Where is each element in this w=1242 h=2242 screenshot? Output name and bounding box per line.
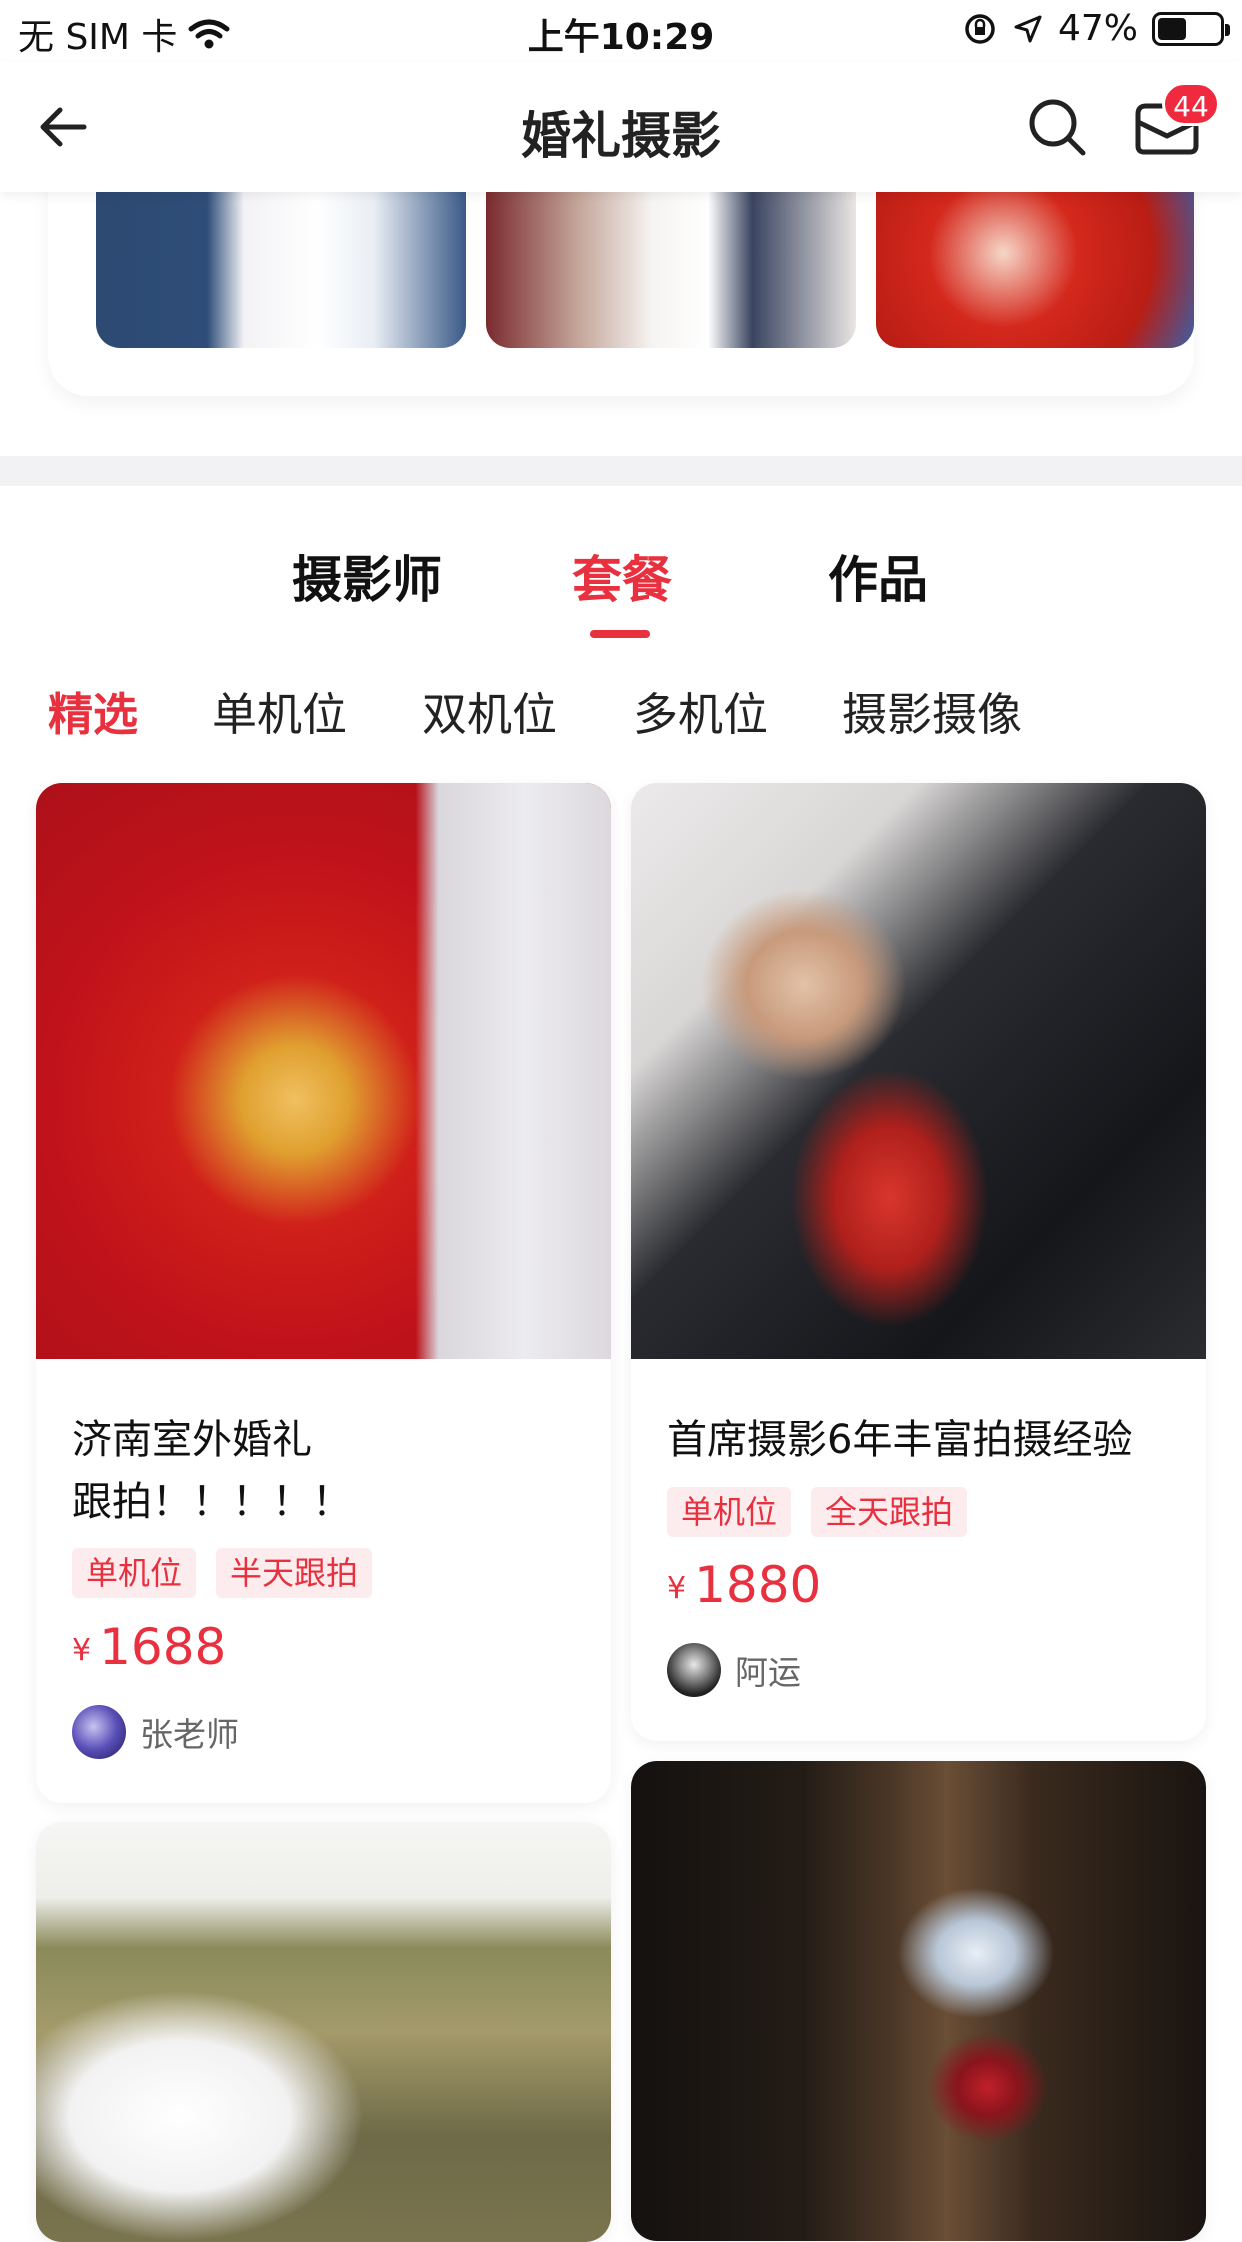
package-price: ¥1880	[667, 1556, 821, 1614]
package-card[interactable]: 济南室外婚礼 跟拍！！！！！ 单机位 半天跟拍 ¥1688 张老师	[36, 783, 611, 1803]
package-tag: 单机位	[667, 1487, 792, 1537]
search-icon[interactable]	[1024, 94, 1090, 160]
price-value: 1688	[99, 1618, 227, 1676]
package-tag: 半天跟拍	[216, 1548, 373, 1598]
tab-photographer[interactable]: 摄影师	[292, 540, 442, 612]
package-title-line1: 济南室外婚礼	[72, 1417, 312, 1463]
strip-photo-ceremony[interactable]	[486, 190, 856, 348]
battery-icon	[1152, 11, 1230, 46]
section-divider	[0, 456, 1242, 486]
filter-multi-camera[interactable]: 多机位	[633, 678, 768, 743]
package-photo	[631, 1761, 1206, 2241]
package-title: 济南室外婚礼 跟拍！！！！！	[72, 1409, 583, 1533]
active-tab-indicator	[590, 630, 650, 638]
message-badge: 44	[1162, 82, 1220, 126]
author-name: 张老师	[140, 1715, 239, 1754]
nav-bar: 婚礼摄影	[0, 62, 1242, 192]
status-bar: 无 SIM 卡 上午10:29 47%	[0, 0, 1242, 62]
package-photo	[36, 1822, 611, 2242]
filter-photo-video[interactable]: 摄影摄像	[842, 678, 1022, 743]
package-author[interactable]: 阿运	[667, 1643, 801, 1697]
package-tag: 单机位	[72, 1548, 197, 1598]
package-title: 首席摄影6年丰富拍摄经验	[667, 1417, 1133, 1463]
avatar	[667, 1643, 721, 1697]
author-name: 阿运	[735, 1653, 801, 1692]
strip-photo-red-decoration[interactable]	[876, 190, 1194, 348]
filter-featured[interactable]: 精选	[48, 678, 138, 743]
location-icon	[1014, 15, 1042, 42]
package-card[interactable]	[631, 1761, 1206, 2241]
filter-tabs: 精选 单机位 双机位 多机位 摄影摄像	[0, 678, 1242, 748]
package-title-line2: 跟拍！！！！！	[72, 1479, 352, 1525]
package-card[interactable]	[36, 1822, 611, 2242]
currency-symbol: ¥	[667, 1571, 687, 1606]
tab-package[interactable]: 套餐	[572, 540, 672, 612]
price-value: 1880	[694, 1556, 822, 1614]
package-photo	[631, 783, 1206, 1359]
rotation-lock-icon	[965, 13, 995, 44]
battery-fill	[1158, 17, 1187, 40]
package-author[interactable]: 张老师	[72, 1705, 239, 1759]
main-tabs: 摄影师 套餐 作品	[0, 540, 1242, 650]
currency-symbol: ¥	[72, 1633, 92, 1668]
battery-percent: 47%	[1057, 8, 1138, 49]
filter-dual-camera[interactable]: 双机位	[422, 678, 557, 743]
package-photo	[36, 783, 611, 1359]
status-right: 47%	[962, 8, 1230, 49]
package-card[interactable]: 首席摄影6年丰富拍摄经验 单机位 全天跟拍 ¥1880 阿运	[631, 783, 1206, 1741]
strip-photo-bride[interactable]	[96, 190, 466, 348]
avatar	[72, 1705, 126, 1759]
package-price: ¥1688	[72, 1618, 226, 1676]
package-tag: 全天跟拍	[811, 1487, 968, 1537]
filter-single-camera[interactable]: 单机位	[212, 678, 347, 743]
tab-works[interactable]: 作品	[828, 540, 928, 612]
